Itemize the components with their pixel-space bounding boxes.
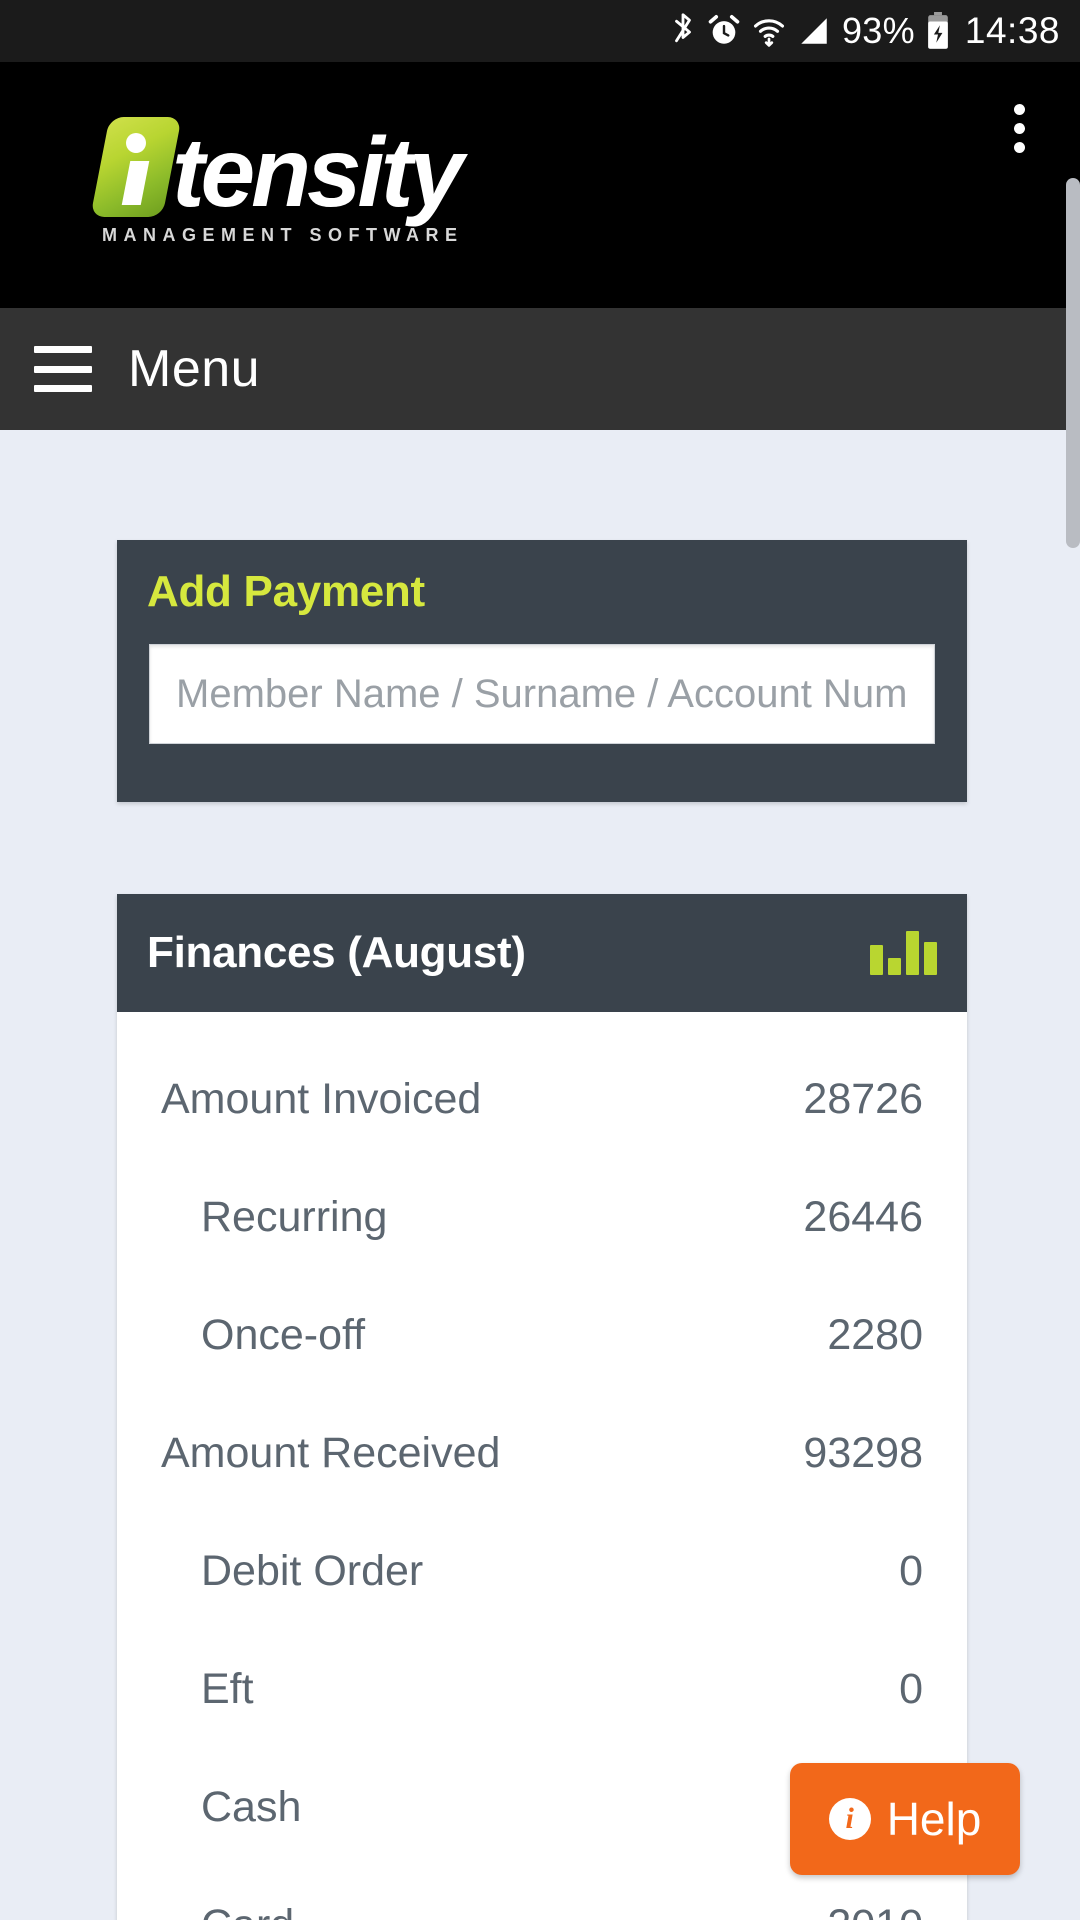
finances-row-value: 28726 [803, 1074, 923, 1123]
finances-row-label: Amount Received [161, 1428, 501, 1477]
finances-row-label: Recurring [201, 1192, 388, 1241]
logo-wordmark: tensity [172, 117, 464, 227]
finances-row: Eft 0 [161, 1630, 923, 1748]
signal-icon [797, 14, 831, 48]
finances-title: Finances (August) [147, 928, 526, 977]
finances-row-value: 0 [899, 1546, 923, 1595]
finances-row-value: 0 [899, 1664, 923, 1713]
help-button-label: Help [886, 1793, 982, 1845]
status-bar: 93% 14:38 [0, 0, 1080, 62]
help-button[interactable]: i Help [790, 1763, 1020, 1875]
itensity-logo: tensity MANAGEMENT SOFTWARE [90, 117, 520, 247]
finances-row-label: Cash [201, 1782, 302, 1831]
finances-row: Recurring 26446 [161, 1158, 923, 1276]
finances-row: Once-off 2280 [161, 1276, 923, 1394]
logo-tagline: MANAGEMENT SOFTWARE [102, 225, 464, 245]
bluetooth-icon [670, 12, 696, 50]
add-payment-card-header: Add Payment [117, 540, 967, 644]
add-payment-title: Add Payment [147, 567, 425, 616]
overflow-menu-icon[interactable] [996, 88, 1042, 168]
clock-time: 14:38 [964, 10, 1060, 51]
finances-row: Debit Order 0 [161, 1512, 923, 1630]
finances-card-header: Finances (August) [117, 894, 967, 1012]
info-icon: i [828, 1798, 871, 1840]
finances-row-label: Once-off [201, 1310, 366, 1359]
brand-header: tensity MANAGEMENT SOFTWARE [0, 62, 1080, 308]
member-search-input[interactable] [149, 644, 935, 744]
hamburger-icon[interactable] [34, 346, 92, 392]
app-root: 93% 14:38 tensity MANAGEMENT SOFTWARE Me… [0, 0, 1080, 1920]
page-scrollbar-thumb[interactable] [1066, 178, 1080, 548]
add-payment-card: Add Payment [117, 540, 967, 802]
finances-row-label: Card [161, 1901, 294, 1920]
finances-row-label: Eft [201, 1664, 254, 1713]
page-content: Add Payment Finances (August) Amount Inv… [0, 430, 1080, 1920]
finances-row-value: 26446 [803, 1192, 923, 1241]
logo-i-dot [126, 133, 146, 153]
battery-percent: 93% [841, 10, 915, 51]
finances-row-value: 93298 [803, 1428, 923, 1477]
battery-charging-icon [926, 12, 950, 50]
bar-chart-icon[interactable] [870, 931, 937, 975]
finances-row-label: Amount Invoiced [161, 1074, 482, 1123]
finances-row: Amount Received 93298 [161, 1394, 923, 1512]
alarm-icon [707, 14, 741, 48]
menu-label: Menu [128, 340, 261, 398]
finances-row-value: 2280 [827, 1310, 923, 1359]
finances-row-label: Debit Order [201, 1546, 424, 1595]
wifi-icon [752, 14, 786, 48]
finances-row: Amount Invoiced 28726 [161, 1040, 923, 1158]
finances-row-value: 2010 [827, 1901, 923, 1920]
nav-menu-bar[interactable]: Menu [0, 308, 1080, 430]
